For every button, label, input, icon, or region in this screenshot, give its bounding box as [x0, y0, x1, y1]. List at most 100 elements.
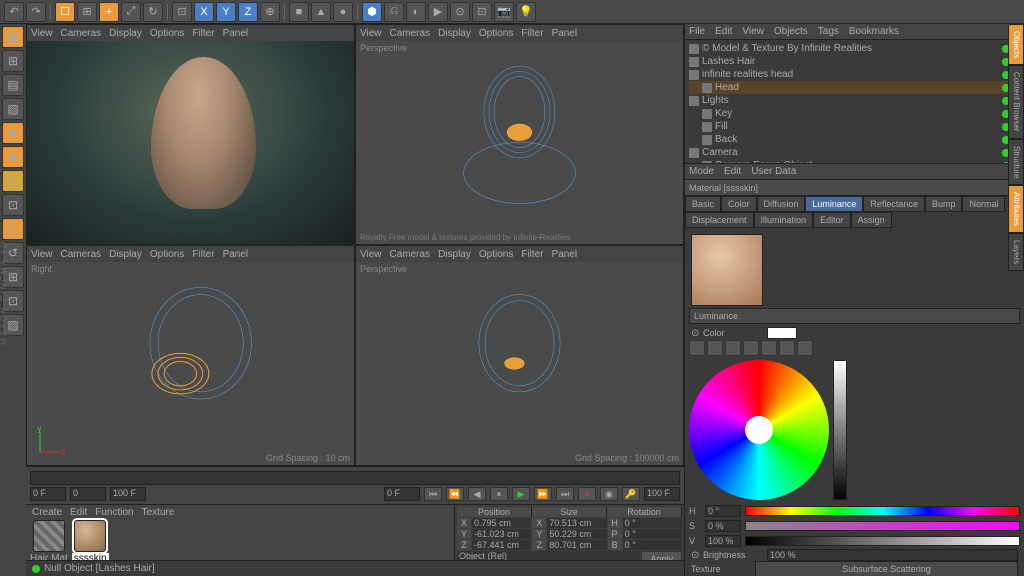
obj-menu-item[interactable]: Objects [774, 26, 808, 37]
color-swatch[interactable] [767, 327, 797, 339]
obj-menu-item[interactable]: Edit [715, 26, 732, 37]
pos-x-field[interactable]: 0.795 cm [472, 518, 531, 528]
pos-z-field[interactable]: -67.441 cm [472, 540, 531, 550]
tree-item[interactable]: Camera Focus Object [689, 159, 1020, 163]
poly-mode-icon[interactable]: L [2, 170, 24, 192]
tool-btn[interactable]: ⊡ [172, 2, 192, 22]
hsv-slider[interactable] [745, 506, 1020, 516]
picker-tool-icon[interactable] [707, 340, 723, 356]
redo-btn[interactable]: ↷ [26, 2, 46, 22]
key-btn[interactable]: 🔑 [622, 487, 640, 501]
side-tab[interactable]: Objects [1008, 24, 1024, 65]
cube-btn[interactable]: ⬢ [362, 2, 382, 22]
select-btn[interactable]: ☐ [55, 2, 75, 22]
tool-icon[interactable]: ⊡ [2, 194, 24, 216]
picker-tool-icon[interactable] [725, 340, 741, 356]
texture-section[interactable]: Subsurface Scattering [755, 561, 1018, 576]
next-key-btn[interactable]: ⏩ [534, 487, 552, 501]
vp-menu-item[interactable]: View [31, 249, 53, 260]
vp-menu-item[interactable]: Display [109, 28, 142, 39]
play-btn[interactable]: ▶ [512, 487, 530, 501]
picker-tool-icon[interactable] [761, 340, 777, 356]
viewport-1[interactable]: View Cameras Display Options Filter Pane… [26, 24, 355, 245]
vp-menu-item[interactable]: View [31, 28, 53, 39]
z-axis-btn[interactable]: Z [238, 2, 258, 22]
play-back-btn[interactable]: ◀ [468, 487, 486, 501]
tree-item[interactable]: Fill [689, 120, 1020, 133]
mat-menu-item[interactable]: Create [32, 507, 62, 518]
tree-item[interactable]: Camera [689, 146, 1020, 159]
obj-menu-item[interactable]: Bookmarks [849, 26, 899, 37]
rotate-btn[interactable]: ↻ [143, 2, 163, 22]
vp-menu-item[interactable]: Options [150, 28, 184, 39]
range-end-field[interactable]: 100 F [644, 487, 680, 501]
picker-tool-icon[interactable] [743, 340, 759, 356]
side-tab[interactable]: Structure [1008, 139, 1024, 185]
hsv-field[interactable]: 0 % [705, 520, 741, 532]
render-region-btn[interactable]: ▲ [311, 2, 331, 22]
viewport-2[interactable]: View Cameras Display Options Filter Pane… [355, 24, 684, 245]
vp-menu-item[interactable]: Options [479, 28, 513, 39]
vp-menu-item[interactable]: Display [438, 28, 471, 39]
frame-field[interactable]: 0 [70, 487, 106, 501]
viewport-canvas[interactable]: Perspective Grid Spacing : 100000 cm [356, 262, 683, 465]
picker-tool-icon[interactable] [689, 340, 705, 356]
camera-btn[interactable]: 📷 [494, 2, 514, 22]
pause-btn[interactable]: ⏸ [490, 487, 508, 501]
world-btn[interactable]: ⊕ [260, 2, 280, 22]
environment-btn[interactable]: ⊡ [472, 2, 492, 22]
vp-menu-item[interactable]: Display [438, 249, 471, 260]
size-z-field[interactable]: 80.701 cm [547, 540, 606, 550]
side-tab[interactable]: Attributes [1008, 185, 1024, 233]
tree-item[interactable]: Lights [689, 94, 1020, 107]
viewport-canvas[interactable]: Right yz Grid Spacing : 10 cm [27, 262, 354, 465]
vp-menu-item[interactable]: Filter [192, 249, 214, 260]
side-tab[interactable]: Layers [1008, 233, 1024, 271]
light-btn[interactable]: 💡 [516, 2, 536, 22]
size-y-field[interactable]: 50.229 cm [547, 529, 606, 539]
attr-menu-item[interactable]: Edit [724, 166, 741, 177]
attr-tab[interactable]: Displacement [685, 212, 754, 228]
vp-menu-item[interactable]: Filter [521, 28, 543, 39]
viewport-3[interactable]: View Cameras Display Options Filter Pane… [26, 245, 355, 466]
x-axis-btn[interactable]: X [194, 2, 214, 22]
viewport-canvas[interactable]: Perspective Royalty Free model & texture… [356, 41, 683, 244]
tool-btn[interactable]: ⊞ [77, 2, 97, 22]
axis-icon[interactable]: 🖱 [2, 218, 24, 240]
model-mode-icon[interactable]: ▦ [2, 26, 24, 48]
hsv-field[interactable]: 0 ° [705, 505, 741, 517]
mat-menu-item[interactable]: Function [95, 507, 133, 518]
attr-tab[interactable]: Diffusion [757, 196, 806, 212]
scale-btn[interactable]: ⤢ [121, 2, 141, 22]
object-tree[interactable]: © Model & Texture By Infinite RealitiesL… [685, 40, 1024, 163]
picker-tool-icon[interactable] [779, 340, 795, 356]
vp-menu-item[interactable]: View [360, 249, 382, 260]
vp-menu-item[interactable]: Display [109, 249, 142, 260]
attr-tab[interactable]: Illumination [754, 212, 814, 228]
render-settings-btn[interactable]: ● [333, 2, 353, 22]
vp-menu-item[interactable]: Panel [552, 249, 578, 260]
hsv-slider[interactable] [745, 521, 1020, 531]
color-wheel[interactable] [689, 360, 829, 500]
vp-menu-item[interactable]: View [360, 28, 382, 39]
obj-menu-item[interactable]: File [689, 26, 705, 37]
move-btn[interactable]: + [99, 2, 119, 22]
value-slider[interactable] [833, 360, 847, 500]
vp-menu-item[interactable]: Cameras [61, 28, 102, 39]
vp-menu-item[interactable]: Panel [552, 28, 578, 39]
rot-b-field[interactable]: 0 ° [623, 540, 682, 550]
vp-menu-item[interactable]: Cameras [390, 28, 431, 39]
tool-icon[interactable]: ▧ [2, 98, 24, 120]
tree-item[interactable]: Back [689, 133, 1020, 146]
attr-tab[interactable]: Luminance [805, 196, 863, 212]
goto-start-btn[interactable]: ⏮ [424, 487, 442, 501]
attr-tab[interactable]: Bump [925, 196, 963, 212]
attr-menu-item[interactable]: Mode [689, 166, 714, 177]
attr-tab[interactable]: Assign [851, 212, 892, 228]
texture-mode-icon[interactable]: ⊞ [2, 50, 24, 72]
side-tab[interactable]: Content Browser [1008, 65, 1024, 139]
hsv-field[interactable]: 100 % [705, 535, 741, 547]
material-swatch[interactable] [33, 520, 65, 552]
attr-tab[interactable]: Basic [685, 196, 721, 212]
vp-menu-item[interactable]: Options [479, 249, 513, 260]
